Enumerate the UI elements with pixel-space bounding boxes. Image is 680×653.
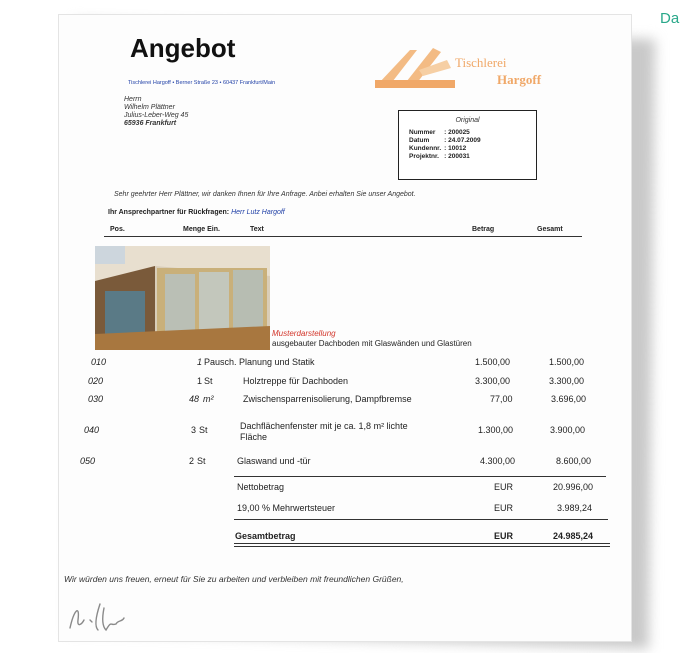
- info-label: Nummer: [409, 129, 436, 136]
- row-040-unit: St: [199, 425, 208, 435]
- contact-name: Herr Lutz Hargoff: [231, 209, 285, 216]
- row-030-text: Zwischensparrenisolierung, Dampfbremse: [243, 394, 412, 404]
- gesamt-currency: EUR: [494, 531, 514, 541]
- sender-address-line: Tischlerei Hargoff • Berner Straße 23 • …: [128, 80, 276, 86]
- row-050-gesamt: 8.600,00: [556, 456, 592, 466]
- row-010-qty: 1: [197, 357, 203, 367]
- netto-label: Nettobetrag: [237, 482, 285, 492]
- gesamt-label: Gesamtbetrag: [235, 531, 296, 541]
- row-040-text-2: Fläche: [240, 432, 268, 442]
- mwst-currency: EUR: [494, 503, 514, 513]
- subtotal-divider: [234, 476, 606, 477]
- column-header-betrag: Betrag: [472, 226, 495, 233]
- row-030-unit: m²: [203, 394, 214, 404]
- mwst-label: 19,00 % Mehrwertsteuer: [237, 503, 336, 513]
- info-caption: Original: [455, 117, 480, 124]
- info-table: Nummer : 200025 Datum : 24.07.2009 Kundenn…: [409, 129, 484, 161]
- row-050-text: Glaswand und -tür: [237, 456, 311, 466]
- row-010-pos: 010: [91, 357, 107, 367]
- row-020-text: Holztreppe für Dachboden: [243, 376, 349, 386]
- logo-text-tischlerei: Tischlerei: [455, 55, 507, 70]
- row-020-gesamt: 3.300,00: [549, 376, 585, 386]
- row-020-pos: 020: [88, 376, 104, 386]
- sample-caption: Musterdarstellung: [272, 329, 336, 338]
- row-010-unit: Pausch.: [204, 357, 237, 367]
- row-050-unit: St: [197, 456, 206, 466]
- document-info-box: Original Nummer : 200025 Datum : 24.07.200…: [398, 110, 537, 180]
- row-030-betrag: 77,00: [490, 394, 513, 404]
- row-020-betrag: 3.300,00: [475, 376, 511, 386]
- row-040-betrag: 1.300,00: [478, 425, 514, 435]
- greeting-text: Sehr geehrter Herr Plättner, wir danken …: [114, 191, 416, 198]
- info-label: Datum: [409, 137, 430, 144]
- column-header-text: Text: [250, 226, 264, 233]
- recipient-salutation: Herrn: [124, 96, 142, 103]
- row-030-pos: 030: [88, 394, 104, 404]
- row-010-text: Planung und Statik: [239, 357, 315, 367]
- info-row-kundennr: Kundennr.: 10012: [409, 145, 484, 153]
- row-030-qty: 48: [189, 394, 200, 404]
- row-020-qty: 1: [197, 376, 203, 386]
- info-value: : 10012: [444, 145, 467, 152]
- corner-label: Da: [660, 10, 680, 27]
- signature-icon: [69, 603, 125, 632]
- row-010-gesamt: 1.500,00: [549, 357, 585, 367]
- contact-label: Ihr Ansprechpartner für Rückfragen:: [108, 209, 230, 216]
- recipient-address: Herrn Wilhelm Plättner Julius-Leber-Weg …: [124, 96, 188, 128]
- row-050-pos: 050: [80, 456, 96, 466]
- netto-amount: 20.996,00: [553, 482, 594, 492]
- closing-text: Wir würden uns freuen, erneut für Sie zu…: [64, 574, 404, 584]
- row-040-qty: 3: [191, 425, 197, 435]
- column-header-menge: Menge Ein.: [183, 226, 220, 233]
- row-040-pos: 040: [84, 425, 100, 435]
- info-label: Projektnr.: [409, 153, 439, 160]
- document-title: Angebot: [130, 33, 236, 63]
- total-underline: [234, 543, 610, 544]
- mwst-amount: 3.989,24: [557, 503, 593, 513]
- row-020-unit: St: [204, 376, 213, 386]
- info-row-datum: Datum : 24.07.2009: [409, 137, 484, 145]
- total-double-underline: [234, 546, 610, 547]
- gesamt-amount: 24.985,24: [553, 531, 594, 541]
- row-040-gesamt: 3.900,00: [550, 425, 586, 435]
- row-030-gesamt: 3.696,00: [551, 394, 587, 404]
- info-value: : 200025: [444, 129, 470, 136]
- column-header-pos: Pos.: [110, 226, 125, 233]
- recipient-city: 65936 Frankfurt: [124, 120, 177, 127]
- info-label: Kundennr.: [409, 145, 442, 152]
- recipient-street: Julius-Leber-Weg 45: [124, 112, 189, 119]
- row-050-betrag: 4.300,00: [480, 456, 516, 466]
- info-row-projektnr: Projektnr. : 200031: [409, 153, 484, 161]
- row-040-text: Dachflächenfenster mit je ca. 1,8 m² lic…: [240, 421, 408, 431]
- recipient-name: Wilhelm Plättner: [124, 104, 175, 111]
- project-description: ausgebauter Dachboden mit Glaswänden und…: [272, 339, 472, 348]
- row-010-betrag: 1.500,00: [475, 357, 511, 367]
- attic-room-photo: [95, 246, 270, 350]
- header-divider: [104, 236, 582, 237]
- contact-line: Ihr Ansprechpartner für Rückfragen: Herr…: [108, 209, 285, 216]
- logo-text-hargoff: Hargoff: [497, 72, 542, 87]
- total-divider: [234, 519, 608, 520]
- netto-currency: EUR: [494, 482, 514, 492]
- info-row-nummer: Nummer : 200025: [409, 129, 484, 137]
- info-value: : 24.07.2009: [444, 137, 481, 144]
- row-050-qty: 2: [189, 456, 195, 466]
- info-value: : 200031: [444, 153, 470, 160]
- column-header-gesamt: Gesamt: [537, 226, 563, 233]
